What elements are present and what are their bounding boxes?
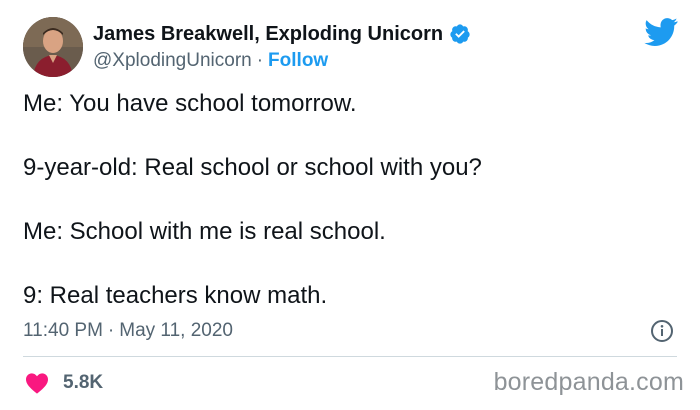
tweet-card: James Breakwell, Exploding Unicorn @Xplo… [0, 0, 700, 410]
avatar-image [23, 17, 83, 77]
divider [23, 356, 677, 357]
author-handle[interactable]: @XplodingUnicorn [93, 50, 252, 72]
twitter-bird-icon[interactable] [644, 17, 678, 47]
handle-row: @XplodingUnicorn · Follow [93, 48, 471, 74]
separator-dot: · [256, 50, 264, 71]
tweet-timestamp[interactable]: 11:40 PM · May 11, 2020 [23, 317, 233, 345]
heart-icon[interactable] [25, 372, 49, 394]
tweet-line: 9: Real teachers know math. [23, 282, 328, 309]
tweet-date: May 11, 2020 [119, 320, 233, 341]
author-identity: James Breakwell, Exploding Unicorn @Xplo… [93, 20, 471, 74]
name-row: James Breakwell, Exploding Unicorn [93, 20, 471, 48]
tweet-header: James Breakwell, Exploding Unicorn @Xplo… [23, 15, 471, 79]
like-action[interactable]: 5.8K [25, 369, 103, 397]
tweet-line: Me: School with me is real school. [23, 218, 386, 245]
tweet-time: 11:40 PM [23, 320, 103, 341]
avatar[interactable] [23, 17, 83, 77]
watermark: boredpanda.com [493, 368, 684, 396]
follow-button[interactable]: Follow [268, 50, 328, 72]
tweet-line: 9-year-old: Real school or school with y… [23, 154, 482, 181]
info-icon[interactable] [650, 319, 674, 343]
like-count: 5.8K [63, 372, 104, 393]
tweet-text: Me: You have school tomorrow. 9-year-old… [23, 88, 673, 312]
verified-badge-icon [449, 23, 471, 45]
author-display-name[interactable]: James Breakwell, Exploding Unicorn [93, 23, 443, 46]
separator-dot: · [107, 320, 115, 341]
tweet-line: Me: You have school tomorrow. [23, 90, 357, 117]
